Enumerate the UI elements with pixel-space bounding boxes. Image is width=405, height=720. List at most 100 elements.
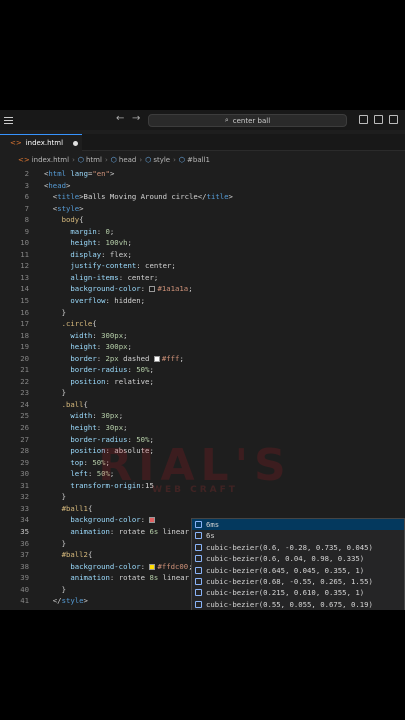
code-text[interactable]: <html lang="en"> bbox=[44, 168, 114, 180]
suggestion-item[interactable]: 6s bbox=[192, 530, 404, 541]
command-center-search[interactable]: ⌕ center ball bbox=[148, 114, 347, 127]
code-text[interactable]: align-items: center; bbox=[44, 272, 158, 284]
code-line[interactable]: 8 body{ bbox=[0, 214, 405, 226]
code-text[interactable]: background-color: bbox=[44, 514, 157, 526]
breadcrumb-head[interactable]: head bbox=[119, 156, 136, 164]
code-line[interactable]: 19 height: 300px; bbox=[0, 341, 405, 353]
color-swatch bbox=[153, 355, 160, 362]
code-line[interactable]: 13 align-items: center; bbox=[0, 272, 405, 284]
code-line[interactable]: 7 <style> bbox=[0, 203, 405, 215]
forward-arrow-icon[interactable]: → bbox=[132, 113, 140, 124]
value-icon bbox=[195, 566, 202, 574]
code-line[interactable]: 23 } bbox=[0, 387, 405, 399]
value-icon bbox=[195, 577, 202, 585]
code-line[interactable]: 14 background-color: #1a1a1a; bbox=[0, 283, 405, 295]
chevron-right-icon: › bbox=[173, 156, 176, 164]
code-text[interactable]: display: flex; bbox=[44, 249, 132, 261]
code-text[interactable]: .circle{ bbox=[44, 318, 97, 330]
line-number: 12 bbox=[20, 261, 29, 271]
hamburger-menu-icon[interactable] bbox=[4, 117, 13, 124]
code-line[interactable]: 27 border-radius: 50%; bbox=[0, 434, 405, 446]
line-number: 21 bbox=[20, 365, 29, 375]
code-line[interactable]: 30 left: 50%; bbox=[0, 468, 405, 480]
autocomplete-suggestions[interactable]: 6ms 6s cubic-bezier(0.6, -0.28, 0.735, 0.0… bbox=[191, 518, 405, 610]
code-line[interactable]: 12 justify-content: center; bbox=[0, 260, 405, 272]
search-text: center ball bbox=[232, 116, 271, 125]
code-text[interactable]: } bbox=[44, 538, 66, 550]
code-line[interactable]: 9 margin: 0; bbox=[0, 226, 405, 238]
code-text[interactable]: top: 50%; bbox=[44, 457, 110, 469]
code-text[interactable]: <title>Balls Moving Around circle</title… bbox=[44, 191, 233, 203]
code-text[interactable]: transform-origin:15 bbox=[44, 480, 153, 492]
code-text[interactable]: } bbox=[44, 491, 66, 503]
code-text[interactable]: } bbox=[44, 584, 66, 596]
suggestion-item[interactable]: cubic-bezier(0.68, -0.55, 0.265, 1.55) bbox=[192, 576, 404, 587]
line-number: 17 bbox=[20, 319, 29, 329]
code-text[interactable]: #ball1{ bbox=[44, 503, 93, 515]
code-text[interactable]: border-radius: 50%; bbox=[44, 364, 154, 376]
code-line[interactable]: 3 <head> bbox=[0, 180, 405, 192]
code-text[interactable]: #ball2{ bbox=[44, 549, 93, 561]
code-text[interactable]: </style> bbox=[44, 595, 88, 607]
code-text[interactable]: width: 300px; bbox=[44, 330, 127, 342]
code-text[interactable]: background-color: #1a1a1a; bbox=[44, 283, 192, 295]
code-text[interactable]: height: 100vh; bbox=[44, 237, 132, 249]
code-text[interactable]: <head> bbox=[44, 180, 70, 192]
code-text[interactable]: border-radius: 50%; bbox=[44, 434, 154, 446]
code-text[interactable]: .ball{ bbox=[44, 399, 88, 411]
code-text[interactable]: } bbox=[44, 387, 66, 399]
code-line[interactable]: 2 <html lang="en"> bbox=[0, 168, 405, 180]
code-line[interactable]: 29 top: 50%; bbox=[0, 457, 405, 469]
code-text[interactable]: } bbox=[44, 307, 66, 319]
html-file-icon: <> bbox=[10, 139, 22, 147]
code-line[interactable]: 31 transform-origin:15 bbox=[0, 480, 405, 492]
code-line[interactable]: 28 position: absolute; bbox=[0, 445, 405, 457]
breadcrumb-style[interactable]: style bbox=[153, 156, 170, 164]
line-number: 35 bbox=[20, 526, 29, 536]
line-number: 33 bbox=[20, 503, 29, 513]
code-text[interactable]: height: 300px; bbox=[44, 341, 132, 353]
breadcrumb-selector[interactable]: #ball1 bbox=[187, 156, 210, 164]
suggestion-item[interactable]: cubic-bezier(0.645, 0.045, 0.355, 1) bbox=[192, 565, 404, 576]
code-line[interactable]: 6 <title>Balls Moving Around circle</tit… bbox=[0, 191, 405, 203]
back-arrow-icon[interactable]: ← bbox=[116, 113, 124, 124]
suggestion-item[interactable]: cubic-bezier(0.55, 0.055, 0.675, 0.19) bbox=[192, 599, 404, 610]
code-line[interactable]: 17 .circle{ bbox=[0, 318, 405, 330]
code-line[interactable]: 33 #ball1{ bbox=[0, 503, 405, 515]
code-line[interactable]: 16 } bbox=[0, 307, 405, 319]
code-line[interactable]: 32 } bbox=[0, 491, 405, 503]
code-line[interactable]: 11 display: flex; bbox=[0, 249, 405, 261]
code-text[interactable]: border: 2px dashed #fff; bbox=[44, 353, 183, 365]
breadcrumb-html[interactable]: html bbox=[86, 156, 102, 164]
unsaved-dot-icon[interactable] bbox=[73, 140, 79, 146]
suggestion-item[interactable]: cubic-bezier(0.215, 0.610, 0.355, 1) bbox=[192, 587, 404, 598]
code-text[interactable]: background-color: #ffdc00; bbox=[44, 561, 192, 573]
code-text[interactable]: overflow: hidden; bbox=[44, 295, 145, 307]
toggle-panel-icon[interactable] bbox=[374, 115, 383, 124]
customize-layout-icon[interactable] bbox=[389, 115, 398, 124]
code-text[interactable]: <style> bbox=[44, 203, 84, 215]
code-line[interactable]: 24 .ball{ bbox=[0, 399, 405, 411]
code-line[interactable]: 22 position: relative; bbox=[0, 376, 405, 388]
code-text[interactable]: position: absolute; bbox=[44, 445, 153, 457]
code-text[interactable]: height: 30px; bbox=[44, 422, 127, 434]
code-line[interactable]: 18 width: 300px; bbox=[0, 330, 405, 342]
code-line[interactable]: 10 height: 100vh; bbox=[0, 237, 405, 249]
code-line[interactable]: 26 height: 30px; bbox=[0, 422, 405, 434]
suggestion-item[interactable]: 6ms bbox=[192, 519, 404, 531]
tab-index-html[interactable]: <> index.html bbox=[0, 134, 82, 151]
code-text[interactable]: width: 30px; bbox=[44, 410, 123, 422]
breadcrumb-file[interactable]: index.html bbox=[32, 156, 69, 164]
code-text[interactable]: justify-content: center; bbox=[44, 260, 175, 272]
code-text[interactable]: position: relative; bbox=[44, 376, 153, 388]
toggle-sidebar-icon[interactable] bbox=[359, 115, 368, 124]
code-line[interactable]: 21 border-radius: 50%; bbox=[0, 364, 405, 376]
code-text[interactable]: left: 50%; bbox=[44, 468, 114, 480]
suggestion-item[interactable]: cubic-bezier(0.6, 0.04, 0.98, 0.335) bbox=[192, 553, 404, 564]
code-text[interactable]: body{ bbox=[44, 214, 84, 226]
code-line[interactable]: 25 width: 30px; bbox=[0, 410, 405, 422]
suggestion-item[interactable]: cubic-bezier(0.6, -0.28, 0.735, 0.045) bbox=[192, 542, 404, 553]
code-text[interactable]: margin: 0; bbox=[44, 226, 114, 238]
code-line[interactable]: 15 overflow: hidden; bbox=[0, 295, 405, 307]
code-line[interactable]: 20 border: 2px dashed #fff; bbox=[0, 353, 405, 365]
